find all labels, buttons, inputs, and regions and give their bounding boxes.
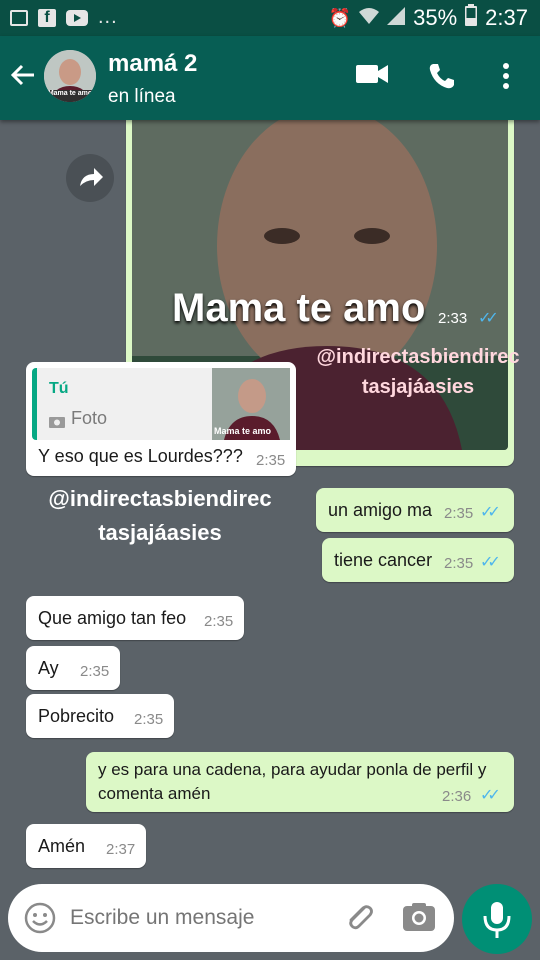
microphone-icon [483, 902, 511, 938]
incoming-message[interactable]: Que amigo tan feo 2:35 [26, 596, 244, 640]
back-arrow-icon[interactable] [10, 62, 36, 96]
gallery-icon [10, 9, 28, 26]
status-bar: f ... ⏰ 35% 2:37 [0, 0, 540, 36]
message-time: 2:35 [256, 452, 286, 469]
attach-icon[interactable] [342, 900, 376, 939]
message-time: 2:37 [106, 841, 136, 858]
system-icons: ⏰ 35% 2:37 [329, 4, 528, 32]
message-text: Que amigo tan feo [38, 608, 187, 628]
clock: 2:37 [485, 5, 528, 30]
message-time: 2:35 [444, 505, 474, 522]
quoted-type: Foto [71, 408, 108, 428]
contact-avatar[interactable]: Mama te amo [44, 50, 96, 102]
signal-icon [387, 5, 406, 31]
camera-icon [49, 412, 65, 433]
watermark: @indirectasbiendirec tasjajáasies [24, 482, 296, 550]
message-time: 2:35 [134, 711, 164, 728]
message-text: Amén [38, 836, 86, 856]
message-text: Y eso que es Lourdes??? [38, 446, 243, 466]
message-time: 2:35 [204, 613, 234, 630]
message-text-line: y es para una cadena, para ayudar ponla … [98, 760, 487, 779]
watermark: @indirectasbiendirec tasjajáasies [306, 342, 530, 402]
message-time: 2:35 [444, 555, 474, 572]
avatar-caption: Mama te amo [47, 90, 93, 97]
message-list: Mama te amo 2:33 ✓✓ @indirectasbiendirec… [0, 110, 540, 880]
voice-record-button[interactable] [462, 884, 532, 954]
message-composer[interactable] [8, 884, 454, 952]
message-time: 2:35 [80, 663, 110, 680]
quoted-thumbnail: Mama te amo [212, 368, 290, 440]
contact-name[interactable]: mamá 2 [108, 50, 197, 78]
photo-caption: Mama te amo [172, 286, 426, 330]
quoted-message[interactable]: Tú Foto Mama te amo [32, 368, 290, 440]
message-text: Ay [38, 658, 59, 678]
incoming-message[interactable]: Amén 2:37 [26, 824, 146, 868]
more-options-icon[interactable] [502, 62, 510, 95]
forward-icon [80, 168, 103, 186]
incoming-message[interactable]: Pobrecito 2:35 [26, 694, 174, 738]
watermark-line: tasjajáasies [361, 376, 475, 398]
read-receipt-icon: ✓✓ [480, 787, 501, 804]
outgoing-message[interactable]: y es para una cadena, para ayudar ponla … [86, 752, 514, 812]
wifi-icon [359, 7, 380, 30]
read-receipt-icon: ✓✓ [478, 310, 499, 327]
forward-button[interactable] [66, 154, 114, 202]
message-text-line: comenta amén [98, 784, 211, 803]
alarm-icon: ⏰ [328, 7, 352, 28]
youtube-icon [66, 9, 88, 26]
facebook-icon: f [38, 8, 56, 27]
outgoing-message[interactable]: un amigo ma 2:35 ✓✓ [316, 488, 514, 532]
battery-icon [465, 4, 478, 32]
watermark-line: tasjajáasies [98, 520, 222, 545]
emoji-icon[interactable] [24, 902, 56, 939]
battery-percent: 35% [413, 5, 458, 30]
reply-message[interactable]: Tú Foto Mama te amo Y eso que es Lourdes… [26, 362, 296, 476]
message-text: un amigo ma [328, 500, 433, 520]
message-time: 2:33 [438, 310, 468, 327]
more-notifications: ... [98, 6, 118, 28]
phone-call-icon[interactable] [428, 62, 456, 95]
message-text: Pobrecito [38, 706, 115, 726]
watermark-line: @indirectasbiendirec [48, 486, 272, 511]
contact-status: en línea [108, 86, 176, 107]
chat-header: Mama te amo mamá 2 en línea [0, 36, 540, 120]
message-time: 2:36 [442, 788, 472, 805]
quoted-author: Tú [49, 380, 69, 397]
read-receipt-icon: ✓✓ [480, 504, 501, 521]
camera-icon[interactable] [402, 902, 436, 937]
outgoing-message[interactable]: tiene cancer 2:35 ✓✓ [322, 538, 514, 582]
notification-icons: f ... [10, 6, 118, 29]
message-input[interactable] [70, 900, 330, 936]
thumb-caption: Mama te amo [214, 426, 272, 436]
watermark-line: @indirectasbiendirec [316, 346, 520, 368]
read-receipt-icon: ✓✓ [480, 554, 501, 571]
incoming-message[interactable]: Ay 2:35 [26, 646, 120, 690]
message-text: tiene cancer [334, 550, 433, 570]
video-call-icon[interactable] [356, 62, 390, 91]
